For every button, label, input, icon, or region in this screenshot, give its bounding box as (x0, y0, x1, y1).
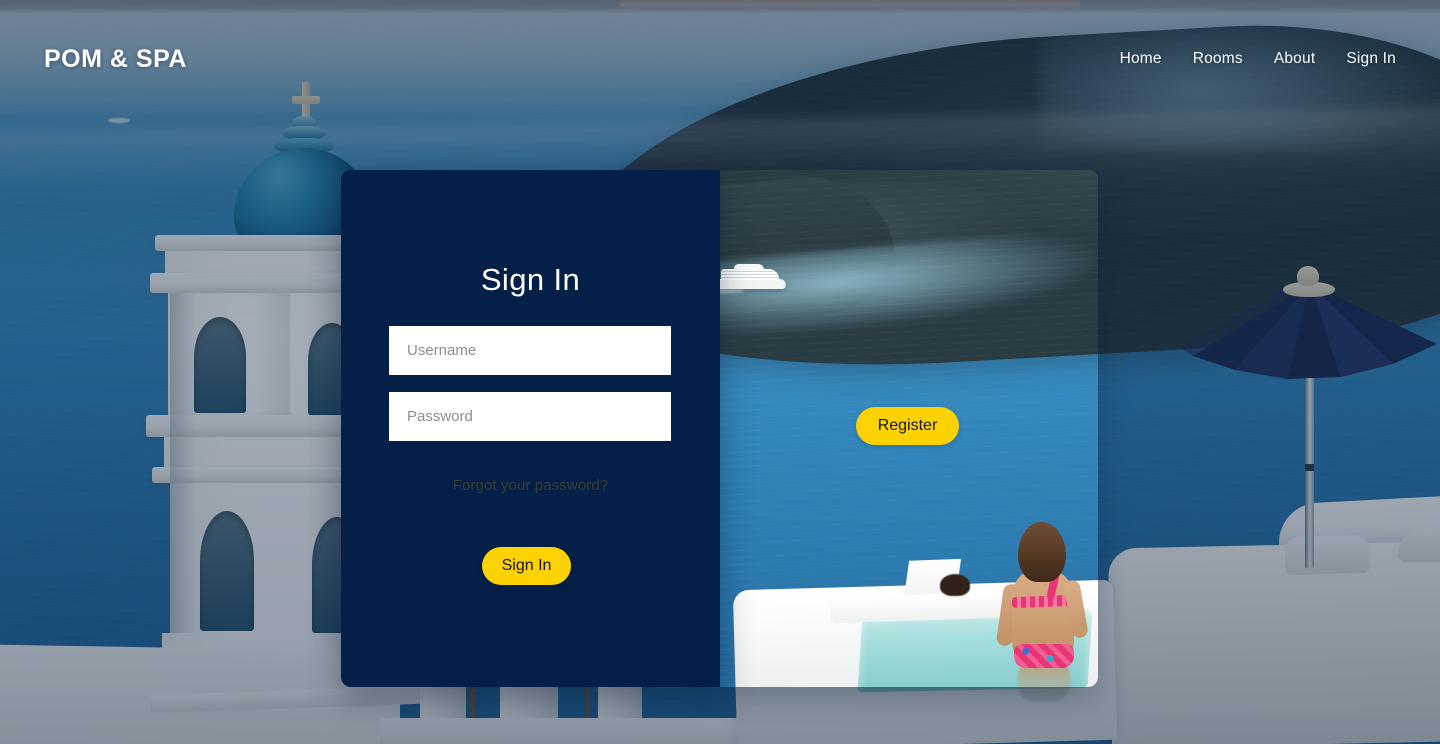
password-input[interactable] (389, 392, 671, 441)
nav-item-rooms: Rooms (1193, 50, 1243, 68)
register-button[interactable]: Register (856, 407, 959, 445)
brand-logo[interactable]: POM & SPA (44, 45, 187, 74)
nav-link-signin[interactable]: Sign In (1346, 50, 1396, 67)
nav-item-signin: Sign In (1346, 50, 1396, 68)
signin-button[interactable]: Sign In (482, 547, 571, 585)
nav-item-about: About (1274, 50, 1316, 68)
nav-link-home[interactable]: Home (1120, 50, 1162, 67)
nav-links: Home Rooms About Sign In (1120, 50, 1396, 68)
nav-link-about[interactable]: About (1274, 50, 1316, 67)
nav-link-rooms[interactable]: Rooms (1193, 50, 1243, 67)
nav-item-home: Home (1120, 50, 1162, 68)
signin-page: POM & SPA Home Rooms About Sign In Sign … (0, 0, 1440, 744)
top-navbar: POM & SPA Home Rooms About Sign In (0, 0, 1440, 118)
signin-title: Sign In (480, 262, 581, 297)
signin-card: Sign In Forgot your password? Sign In (341, 170, 720, 687)
forgot-password-link[interactable]: Forgot your password? (341, 477, 720, 494)
username-input[interactable] (389, 326, 671, 375)
